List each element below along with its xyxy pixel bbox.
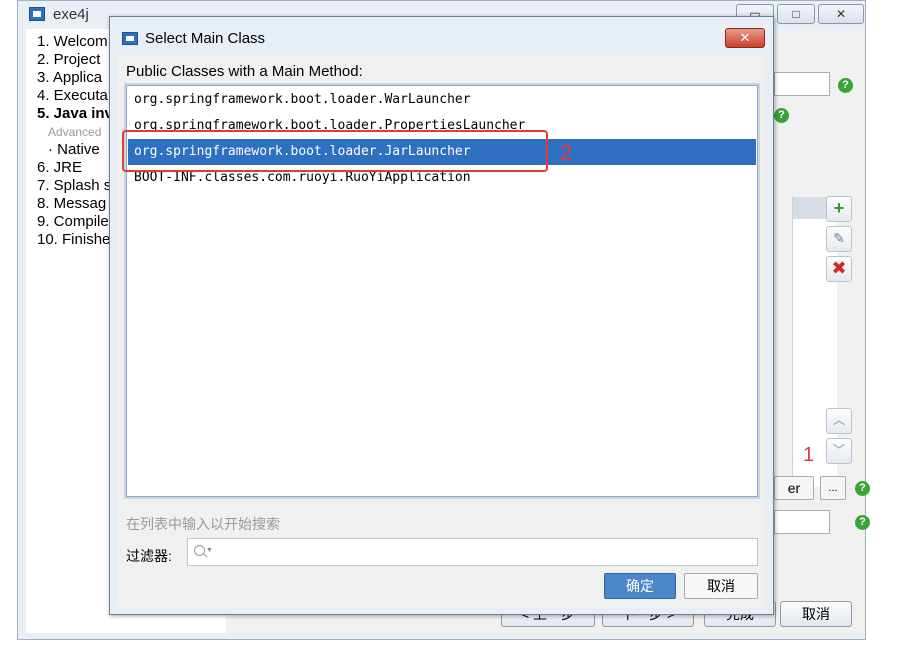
main-close-button[interactable]: ✕ [818, 4, 864, 24]
app-icon [29, 7, 45, 21]
add-icon[interactable]: + [826, 196, 852, 222]
class-list-item[interactable]: org.springframework.boot.loader.WarLaunc… [128, 87, 756, 113]
step-welcome[interactable]: 1. Welcom [37, 33, 108, 50]
filter-input[interactable] [216, 541, 755, 565]
browse-button[interactable]: er [774, 476, 814, 500]
step-advanced: Advanced [48, 125, 102, 139]
step-splash[interactable]: 7. Splash s [37, 177, 111, 194]
help-icon[interactable]: ? [855, 481, 870, 496]
step-project[interactable]: 2. Project [37, 51, 100, 68]
dialog-close-button[interactable]: ✕ [725, 28, 765, 48]
help-icon[interactable]: ? [838, 78, 853, 93]
step-executable[interactable]: 4. Executa [37, 87, 108, 104]
main-window-title: exe4j [53, 6, 89, 23]
step-finished[interactable]: 10. Finishe [37, 231, 110, 248]
filter-field[interactable]: ▼ [187, 538, 758, 566]
help-icon[interactable]: ? [855, 515, 870, 530]
filter-label: 过滤器: [126, 548, 172, 564]
help-icon[interactable]: ? [774, 108, 789, 123]
ellipsis-button[interactable]: ... [820, 476, 846, 500]
annotation-highlight-box [122, 130, 548, 172]
step-messages[interactable]: 8. Messag [37, 195, 106, 212]
maximize-button[interactable]: □ [777, 4, 815, 24]
class-list-label: Public Classes with a Main Method: [126, 63, 363, 80]
dialog-title: Select Main Class [145, 30, 266, 47]
delete-icon[interactable]: ✖ [826, 256, 852, 282]
move-down-icon[interactable]: ﹀ [826, 438, 852, 464]
main-cancel-button[interactable]: 取消 [780, 601, 852, 627]
step-compile[interactable]: 9. Compile [37, 213, 109, 230]
background-text-field-1[interactable] [774, 72, 830, 96]
search-hint: 在列表中输入以开始搜索 [126, 516, 280, 532]
select-main-class-dialog: Select Main Class ✕ Public Classes with … [109, 16, 774, 615]
chevron-down-icon[interactable]: ▼ [206, 547, 213, 554]
step-application[interactable]: 3. Applica [37, 69, 102, 86]
annotation-marker-1: 1 [803, 444, 815, 466]
ok-button[interactable]: 确定 [604, 573, 676, 599]
step-native[interactable]: · Native [48, 141, 100, 158]
annotation-marker-2: 2 [560, 140, 573, 165]
cancel-button[interactable]: 取消 [684, 573, 758, 599]
step-jre[interactable]: 6. JRE [37, 159, 82, 176]
search-icon[interactable] [194, 545, 205, 556]
dialog-app-icon [122, 32, 138, 45]
step-java-invocation[interactable]: 5. Java inv [37, 105, 113, 122]
move-up-icon[interactable]: ︿ [826, 408, 852, 434]
edit-icon[interactable]: ✎ [826, 226, 852, 252]
background-text-field-2[interactable] [774, 510, 830, 534]
